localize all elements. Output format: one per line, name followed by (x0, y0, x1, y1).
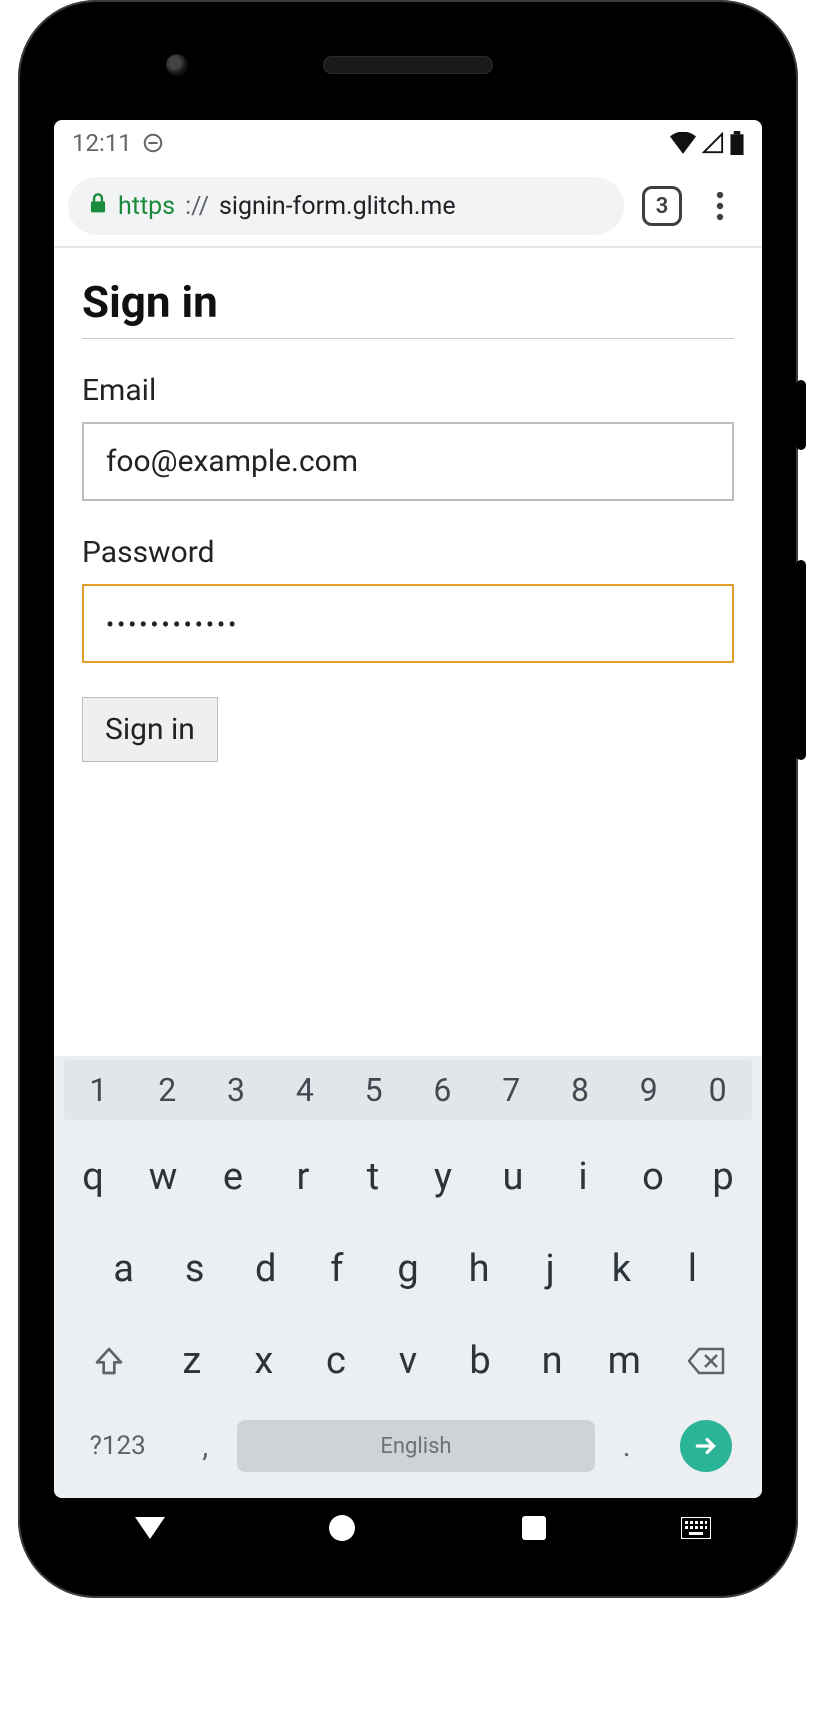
key-x[interactable]: x (228, 1318, 300, 1404)
email-field[interactable] (82, 422, 734, 501)
url-separator: :// (185, 192, 209, 221)
period-key[interactable]: . (595, 1410, 659, 1482)
backspace-key[interactable] (660, 1318, 754, 1404)
tab-count: 3 (656, 194, 669, 219)
key-d[interactable]: d (230, 1226, 301, 1312)
status-time: 12:11 (72, 129, 132, 157)
phone-frame: 12:11 (18, 0, 798, 1598)
status-right (670, 131, 744, 155)
side-button (796, 380, 806, 450)
page-content: Sign in Email Password •••••••••••• Sign… (54, 248, 762, 1056)
password-mask: •••••••••••• (106, 611, 239, 639)
kb-row-numbers: 1 2 3 4 5 6 7 8 9 0 (64, 1060, 752, 1120)
key-y[interactable]: y (408, 1134, 478, 1220)
kb-row-3: z x c v b n m (58, 1318, 758, 1404)
key-7[interactable]: 7 (477, 1060, 546, 1120)
kb-row-1: q w e r t y u i o p (58, 1134, 758, 1220)
key-l[interactable]: l (657, 1226, 728, 1312)
key-0[interactable]: 0 (683, 1060, 752, 1120)
key-a[interactable]: a (88, 1226, 159, 1312)
nav-home-button[interactable] (282, 1515, 402, 1541)
key-o[interactable]: o (618, 1134, 688, 1220)
cell-signal-icon (702, 132, 724, 154)
email-group: Email (82, 373, 734, 501)
key-e[interactable]: e (198, 1134, 268, 1220)
browser-toolbar: https :// signin-form.glitch.me 3 (54, 166, 762, 248)
front-camera (166, 54, 188, 76)
nav-keyboard-switch-button[interactable] (666, 1517, 726, 1539)
spacebar[interactable]: English (237, 1420, 595, 1472)
key-p[interactable]: p (688, 1134, 758, 1220)
password-group: Password •••••••••••• (82, 535, 734, 663)
earpiece (323, 56, 493, 74)
soft-keyboard: 1 2 3 4 5 6 7 8 9 0 q w e r t y u i o (54, 1056, 762, 1498)
key-n[interactable]: n (516, 1318, 588, 1404)
key-1[interactable]: 1 (64, 1060, 133, 1120)
wifi-icon (670, 132, 696, 154)
key-t[interactable]: t (338, 1134, 408, 1220)
password-label: Password (82, 535, 734, 570)
password-field[interactable]: •••••••••••• (82, 584, 734, 663)
url-host: signin-form.glitch.me (219, 192, 456, 221)
key-r[interactable]: r (268, 1134, 338, 1220)
key-6[interactable]: 6 (408, 1060, 477, 1120)
key-i[interactable]: i (548, 1134, 618, 1220)
more-menu-button[interactable] (700, 186, 740, 226)
key-g[interactable]: g (372, 1226, 443, 1312)
key-m[interactable]: m (588, 1318, 660, 1404)
tabs-button[interactable]: 3 (642, 186, 682, 226)
key-4[interactable]: 4 (270, 1060, 339, 1120)
do-not-disturb-icon (142, 132, 164, 154)
battery-icon (730, 131, 744, 155)
key-b[interactable]: b (444, 1318, 516, 1404)
title-divider (82, 338, 734, 339)
enter-key[interactable] (659, 1410, 754, 1482)
key-j[interactable]: j (515, 1226, 586, 1312)
volume-button (796, 560, 806, 760)
key-8[interactable]: 8 (546, 1060, 615, 1120)
status-bar: 12:11 (54, 120, 762, 166)
kb-row-4: ?123 , English . (58, 1410, 758, 1482)
status-left: 12:11 (72, 129, 164, 157)
key-h[interactable]: h (444, 1226, 515, 1312)
key-u[interactable]: u (478, 1134, 548, 1220)
page-title: Sign in (82, 276, 734, 328)
key-3[interactable]: 3 (202, 1060, 271, 1120)
android-nav-bar (54, 1498, 762, 1558)
screen: 12:11 (54, 120, 762, 1498)
key-c[interactable]: c (300, 1318, 372, 1404)
symbols-key[interactable]: ?123 (62, 1410, 173, 1482)
key-9[interactable]: 9 (614, 1060, 683, 1120)
shift-key[interactable] (62, 1318, 156, 1404)
key-q[interactable]: q (58, 1134, 128, 1220)
nav-recents-button[interactable] (474, 1516, 594, 1540)
key-5[interactable]: 5 (339, 1060, 408, 1120)
lock-icon (88, 192, 108, 221)
nav-back-button[interactable] (90, 1517, 210, 1539)
key-2[interactable]: 2 (133, 1060, 202, 1120)
key-z[interactable]: z (156, 1318, 228, 1404)
key-f[interactable]: f (301, 1226, 372, 1312)
enter-icon (680, 1420, 732, 1472)
email-label: Email (82, 373, 734, 408)
key-k[interactable]: k (586, 1226, 657, 1312)
key-w[interactable]: w (128, 1134, 198, 1220)
comma-key[interactable]: , (173, 1410, 237, 1482)
url-protocol: https (118, 192, 175, 221)
key-v[interactable]: v (372, 1318, 444, 1404)
kb-row-2: a s d f g h j k l (58, 1226, 758, 1312)
signin-button[interactable]: Sign in (82, 697, 218, 762)
address-bar[interactable]: https :// signin-form.glitch.me (68, 177, 624, 235)
key-s[interactable]: s (159, 1226, 230, 1312)
